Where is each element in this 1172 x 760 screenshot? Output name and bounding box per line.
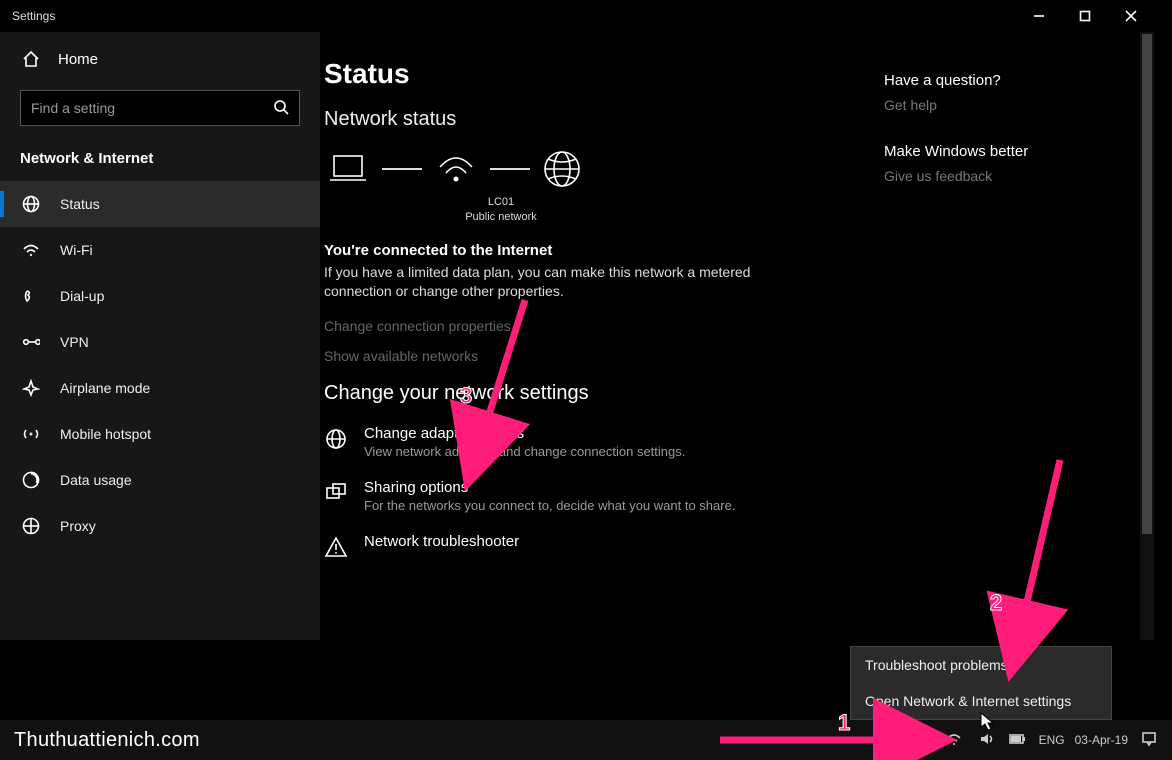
sidebar: Home Find a setting Network & Internet S… [0, 32, 320, 640]
tray-chevron-icon[interactable] [911, 732, 933, 749]
sharing-icon [324, 479, 348, 513]
option-title: Sharing options [364, 479, 735, 496]
tray-date[interactable]: 03-Apr-19 [1075, 733, 1128, 747]
tray-battery-icon[interactable] [1007, 733, 1029, 748]
sidebar-item-hotspot[interactable]: Mobile hotspot [0, 411, 320, 457]
right-pane: Have a question? Get help Make Windows b… [884, 72, 1114, 214]
option-sharing[interactable]: Sharing options For the networks you con… [324, 479, 844, 513]
home-label: Home [58, 51, 98, 68]
globe-icon [22, 195, 40, 213]
laptop-icon [326, 152, 370, 186]
show-available-networks-link[interactable]: Show available networks [324, 348, 844, 364]
page-title: Status [324, 58, 844, 90]
annotation-number-2: 2 [990, 590, 1002, 616]
option-troubleshooter[interactable]: Network troubleshooter Diagnose and fix … [324, 533, 844, 567]
give-feedback-link[interactable]: Give us feedback [884, 168, 1114, 184]
hotspot-icon [22, 425, 40, 443]
close-button[interactable] [1108, 0, 1154, 32]
connection-line [382, 168, 422, 170]
data-usage-icon [22, 471, 40, 489]
tray-wifi-icon[interactable] [943, 731, 965, 750]
connected-heading: You're connected to the Internet [324, 242, 844, 259]
sidebar-item-airplane[interactable]: Airplane mode [0, 365, 320, 411]
make-windows-better-heading: Make Windows better [884, 143, 1114, 160]
airplane-icon [22, 379, 40, 397]
sidebar-item-wifi[interactable]: Wi-Fi [0, 227, 320, 273]
change-network-settings-heading: Change your network settings [324, 382, 844, 405]
sidebar-item-status[interactable]: Status [0, 181, 320, 227]
home-link[interactable]: Home [0, 36, 320, 82]
category-heading: Network & Internet [0, 140, 320, 181]
wifi-icon [22, 241, 40, 259]
sidebar-item-vpn[interactable]: VPN [0, 319, 320, 365]
scrollbar-thumb[interactable] [1142, 34, 1152, 534]
annotation-number-3: 3 [460, 383, 472, 409]
home-icon [22, 50, 40, 68]
sidebar-item-datausage[interactable]: Data usage [0, 457, 320, 503]
troubleshoot-icon [324, 533, 348, 567]
sidebar-item-label: Proxy [60, 518, 96, 534]
section-network-status: Network status [324, 108, 844, 131]
wifi-router-icon [434, 149, 478, 189]
option-desc: For the networks you connect to, decide … [364, 498, 735, 513]
window-controls [1016, 0, 1154, 32]
menu-item-troubleshoot[interactable]: Troubleshoot problems [851, 647, 1111, 683]
network-context-menu: Troubleshoot problems Open Network & Int… [850, 646, 1112, 720]
sidebar-item-label: Wi-Fi [60, 242, 93, 258]
connected-description: If you have a limited data plan, you can… [324, 263, 754, 302]
change-connection-properties-link[interactable]: Change connection properties [324, 318, 844, 334]
search-input[interactable]: Find a setting [20, 90, 300, 126]
vpn-icon [22, 335, 40, 349]
get-help-link[interactable]: Get help [884, 97, 1114, 113]
minimize-button[interactable] [1016, 0, 1062, 32]
mouse-cursor-icon [980, 712, 998, 730]
tray-language[interactable]: ENG [1039, 733, 1065, 747]
sidebar-item-label: Data usage [60, 472, 132, 488]
network-diagram [326, 149, 844, 189]
tray-volume-icon[interactable] [975, 731, 997, 750]
connection-label: LC01 Public network [396, 195, 606, 226]
scrollbar[interactable] [1140, 32, 1154, 640]
sidebar-item-label: Mobile hotspot [60, 426, 151, 442]
proxy-icon [22, 517, 40, 535]
connection-type: Public network [396, 210, 606, 225]
watermark: Thuthuattienich.com [14, 729, 200, 752]
maximize-button[interactable] [1062, 0, 1108, 32]
dialup-icon [22, 287, 40, 305]
option-change-adapter[interactable]: Change adapter options View network adap… [324, 425, 844, 459]
have-question-heading: Have a question? [884, 72, 1114, 89]
annotation-number-1: 1 [838, 710, 850, 736]
sidebar-item-proxy[interactable]: Proxy [0, 503, 320, 549]
search-placeholder: Find a setting [31, 100, 115, 116]
option-title: Change adapter options [364, 425, 685, 442]
window-title: Settings [12, 9, 55, 23]
adapter-icon [324, 425, 348, 459]
sidebar-item-dialup[interactable]: Dial-up [0, 273, 320, 319]
sidebar-item-label: Status [60, 196, 100, 212]
internet-globe-icon [542, 149, 582, 189]
sidebar-item-label: Dial-up [60, 288, 104, 304]
connection-name: LC01 [396, 195, 606, 210]
sidebar-item-label: Airplane mode [60, 380, 150, 396]
settings-window: Settings Home Find a setting Network & I… [0, 0, 1154, 640]
option-desc: View network adapters and change connect… [364, 444, 685, 459]
option-title: Network troubleshooter [364, 533, 571, 550]
tray-notifications-icon[interactable] [1138, 731, 1160, 750]
titlebar[interactable]: Settings [0, 0, 1154, 32]
sidebar-item-label: VPN [60, 334, 89, 350]
sidebar-nav: Status Wi-Fi Dial-up VPN Airplane mode [0, 181, 320, 549]
search-icon [273, 99, 289, 118]
connection-line [490, 168, 530, 170]
content: Status Network status LC01 Public networ… [320, 32, 1154, 640]
